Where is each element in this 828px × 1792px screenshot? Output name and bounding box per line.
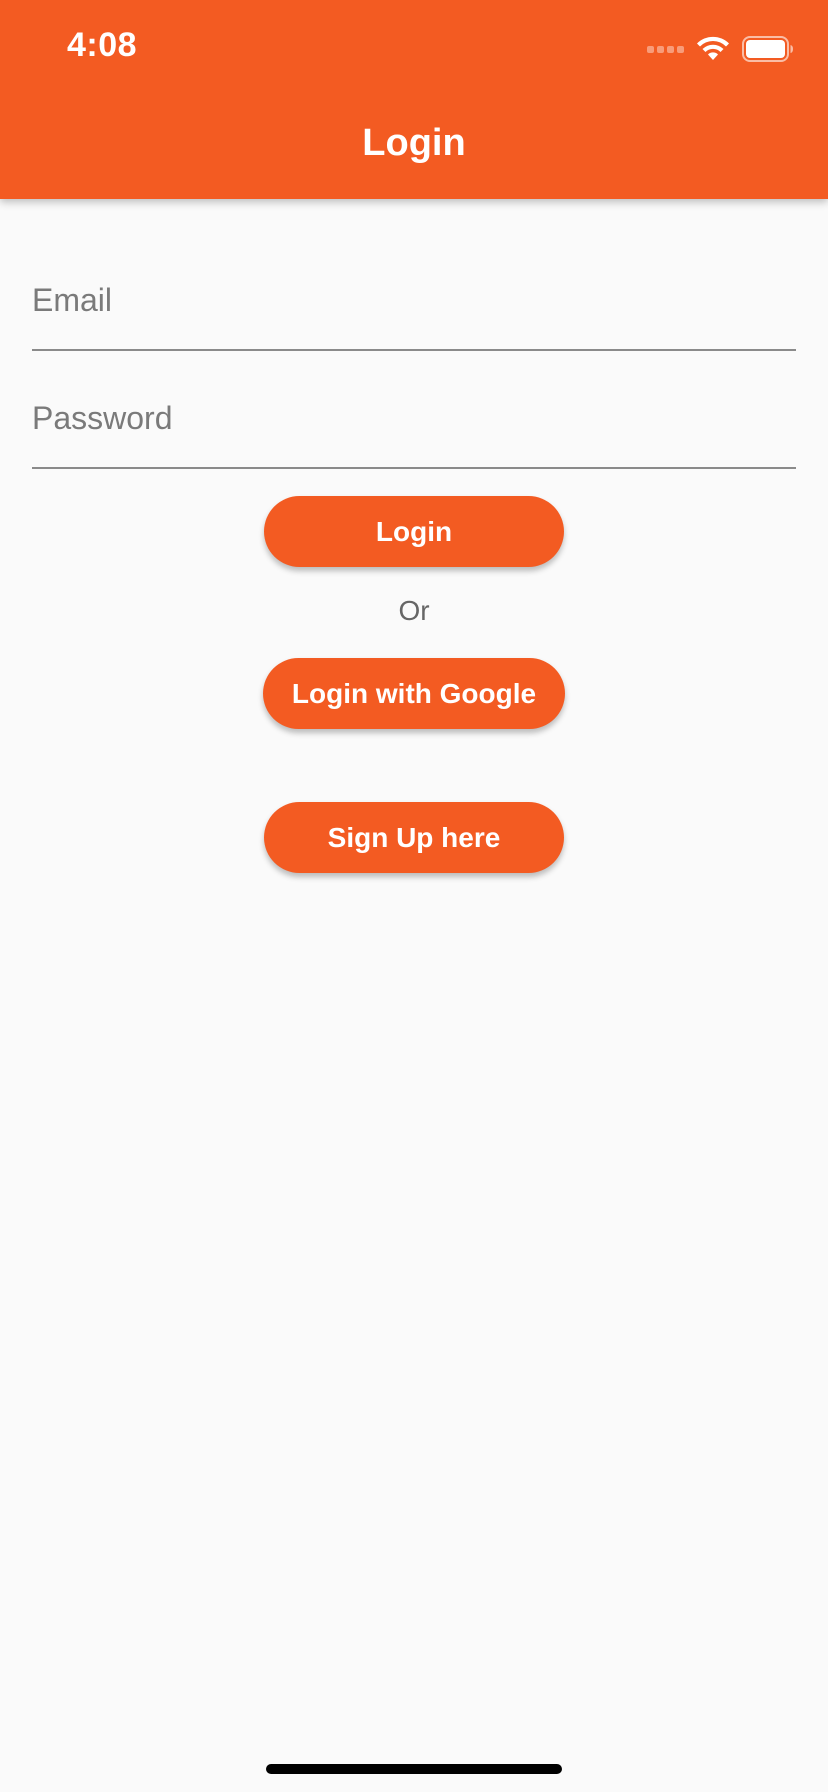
login-button[interactable]: Login [264,496,564,567]
wifi-icon [697,36,729,60]
email-field[interactable] [32,282,796,319]
password-field-container [32,351,796,469]
cellular-signal-icon [647,45,684,53]
battery-icon [742,36,793,62]
page-title: Login [362,122,466,164]
app-bar: 4:08 Login [0,0,828,199]
email-field-container [32,199,796,351]
home-indicator[interactable] [266,1764,562,1774]
login-with-google-button[interactable]: Login with Google [263,658,565,729]
password-field[interactable] [32,400,796,437]
login-form [32,199,796,469]
sign-up-button[interactable]: Sign Up here [264,802,564,873]
status-icons [647,34,794,64]
or-separator: Or [398,595,430,626]
status-time: 4:08 [67,26,138,64]
